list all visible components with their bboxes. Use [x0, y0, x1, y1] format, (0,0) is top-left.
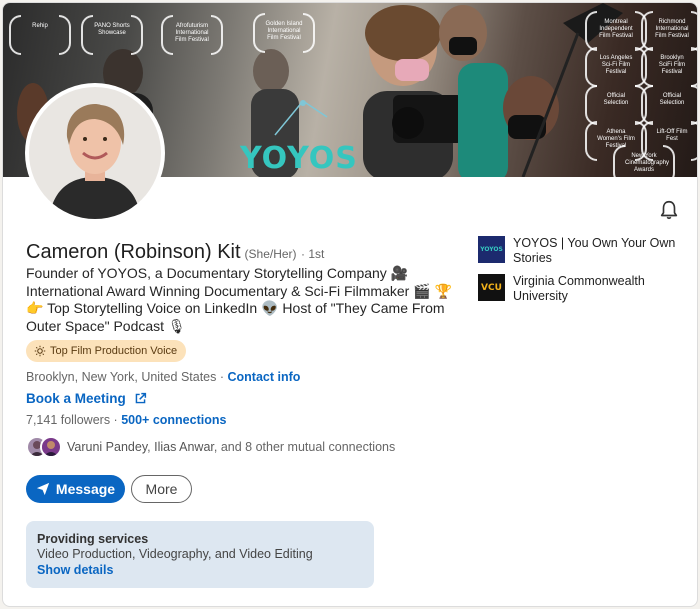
name-row: Cameron (Robinson) Kit (She/Her) · 1st — [26, 241, 324, 264]
mutual-connections[interactable]: Varuni Pandey, Ilias Anwar, and 8 other … — [26, 434, 395, 460]
followers-count: 7,141 followers — [26, 413, 111, 427]
award-laurel: Afrofuturism International Film Festival — [161, 13, 223, 59]
mutual-name: Ilias Anwar — [154, 440, 214, 454]
profile-photo — [29, 87, 161, 219]
sun-icon — [34, 345, 46, 357]
separator: · — [216, 370, 228, 384]
services-title: Providing services — [37, 532, 149, 546]
award-laurel: Golden Island International Film Festiva… — [253, 11, 315, 57]
org-name: Virginia Commonwealth University — [513, 274, 645, 303]
profile-card: Rehip PANO Shorts Showcase Afrofuturism … — [2, 2, 698, 607]
contact-info-link[interactable]: Contact info — [227, 370, 300, 384]
separator: · — [110, 413, 122, 427]
services-card[interactable]: Providing services Video Production, Vid… — [26, 521, 374, 588]
location: Brooklyn, New York, United States — [26, 370, 217, 384]
services-description: Video Production, Videography, and Video… — [37, 547, 313, 561]
show-details-link[interactable]: Show details — [37, 562, 363, 578]
avatar[interactable] — [25, 83, 165, 223]
profile-headline: Founder of YOYOS, a Documentary Storytel… — [26, 265, 452, 334]
profile-name: Cameron (Robinson) Kit — [26, 241, 241, 263]
mutual-name: Varuni Pandey — [67, 440, 148, 454]
bell-icon[interactable] — [658, 199, 680, 221]
education-org[interactable]: VCU Virginia Commonwealth University — [478, 274, 678, 304]
message-label: Message — [55, 481, 116, 497]
pronouns: (She/Her) — [244, 247, 297, 261]
mutual-rest: , and 8 other mutual connections — [213, 440, 396, 454]
top-voice-badge[interactable]: Top Film Production Voice — [26, 340, 187, 362]
book-meeting-link[interactable]: Book a Meeting — [26, 391, 147, 406]
badge-label: Top Film Production Voice — [50, 345, 178, 357]
external-link-icon — [135, 392, 146, 404]
org-name: YOYOS | You Own Your Own Stories — [513, 236, 676, 265]
book-meeting-label: Book a Meeting — [26, 391, 126, 406]
experience-org[interactable]: YOYOS YOYOS | You Own Your Own Stories — [478, 236, 678, 266]
more-button[interactable]: More — [131, 475, 192, 503]
mutual-connections-text: Varuni Pandey, Ilias Anwar, and 8 other … — [67, 440, 395, 454]
connection-degree: · 1st — [301, 247, 325, 261]
award-laurel: PANO Shorts Showcase — [81, 13, 143, 59]
yoyos-org-logo: YOYOS — [478, 236, 505, 263]
award-laurel: Rehip — [9, 13, 71, 59]
yoyos-logo-text: YOYOS — [240, 141, 358, 176]
connections-link[interactable]: 500+ connections — [121, 413, 226, 427]
send-icon — [36, 482, 50, 496]
award-laurel: New York Cinematography Awards — [613, 143, 675, 177]
message-button[interactable]: Message — [26, 475, 125, 503]
location-row: Brooklyn, New York, United States · Cont… — [26, 370, 300, 384]
vcu-logo: VCU — [478, 274, 505, 301]
avatar — [40, 436, 62, 458]
yoyos-logo-mark — [274, 100, 328, 136]
followers-row: 7,141 followers · 500+ connections — [26, 413, 226, 427]
